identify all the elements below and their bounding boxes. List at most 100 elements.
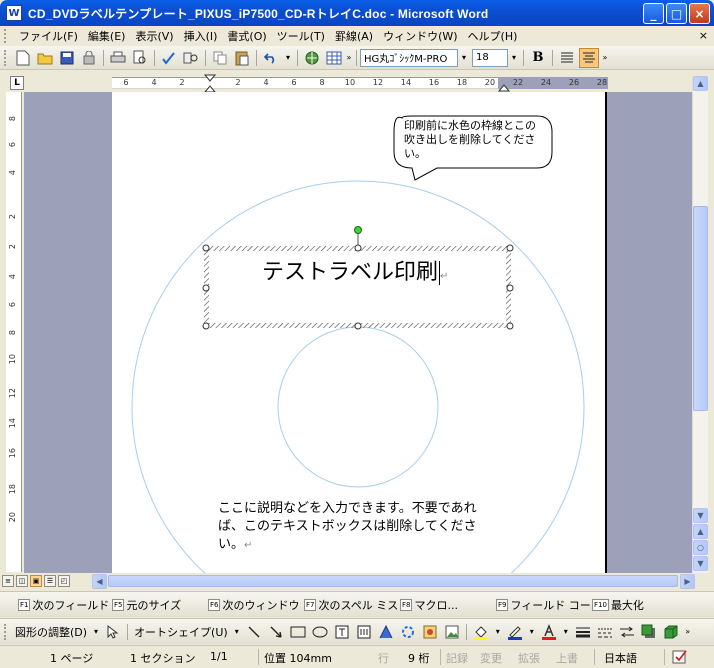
fkey-f10[interactable]: F10 最大化 [592,597,644,613]
diagram-icon[interactable] [398,622,418,642]
right-indent-marker-icon[interactable] [498,82,510,92]
menu-edit[interactable]: 編集(E) [83,28,131,44]
next-page-icon[interactable]: ▼ [693,556,708,571]
status-record[interactable]: 記録 [446,650,468,666]
description-textbox[interactable]: ここに説明などを入力できます。不要であれば、このテキストボックスは削除してくださ… [218,500,496,555]
arrow-style-icon[interactable] [617,622,637,642]
outline-view-icon[interactable]: ☰ [44,575,56,587]
fkey-f5[interactable]: F5 元のサイズ [112,597,181,613]
label-title-text[interactable]: テストラベル印刷 ↵ [262,254,448,286]
rectangle-tool-icon[interactable] [288,622,308,642]
minimize-button[interactable]: _ [643,3,664,24]
vertical-textbox-icon[interactable] [354,622,374,642]
insert-picture-icon[interactable] [442,622,462,642]
close-button[interactable]: × [689,3,710,24]
insert-table-icon[interactable] [324,48,344,68]
menu-help[interactable]: ヘルプ(H) [463,28,523,44]
vertical-scrollbar[interactable]: ▲ ▼ ▲ ○ ▼ [692,76,708,573]
scroll-left-icon[interactable]: ◀ [92,574,107,589]
drawing-overflow-icon[interactable]: » [682,624,694,640]
menu-insert[interactable]: 挿入(I) [179,28,223,44]
status-track-changes[interactable]: 変更 [480,650,502,666]
scroll-down-icon[interactable]: ▼ [693,508,708,523]
font-name-select[interactable]: HG丸ｺﾞｼｯｸM-PRO [360,48,458,67]
autoshape-dropdown-icon[interactable]: ▾ [231,624,243,640]
oval-tool-icon[interactable] [310,622,330,642]
reading-view-icon[interactable]: ◰ [58,575,70,587]
menu-grip[interactable] [4,29,8,43]
menu-table[interactable]: 罫線(A) [330,28,378,44]
font-size-select[interactable]: 18 [472,48,508,67]
menu-file[interactable]: ファイル(F) [14,28,83,44]
spelling-check-icon[interactable] [159,48,179,68]
shadow-style-icon[interactable] [639,622,659,642]
menu-tools[interactable]: ツール(T) [272,28,330,44]
copy-icon[interactable] [210,48,230,68]
menu-window[interactable]: ウィンドウ(W) [378,28,462,44]
maximize-button[interactable]: □ [666,3,687,24]
print-layout-view-icon[interactable]: ▣ [30,575,42,587]
draw-adjust-menu[interactable]: 図形の調整(D) [12,624,90,640]
toolbar-overflow-icon[interactable]: » [345,50,353,66]
vertical-scroll-thumb[interactable] [693,206,708,411]
font-size-dropdown-icon[interactable]: ▾ [508,50,520,66]
fill-color-icon[interactable] [471,622,491,642]
paste-icon[interactable] [232,48,252,68]
scroll-up-icon[interactable]: ▲ [693,76,708,91]
save-icon[interactable] [57,48,77,68]
research-icon[interactable] [181,48,201,68]
toolbar-grip[interactable] [4,49,8,66]
dash-style-icon[interactable] [595,622,615,642]
center-align-icon[interactable] [579,47,599,68]
arrow-tool-icon[interactable] [266,622,286,642]
print-preview-icon[interactable] [130,48,150,68]
line-tool-icon[interactable] [244,622,264,642]
autoshape-menu[interactable]: オートシェイプ(U) [131,624,231,640]
menu-format[interactable]: 書式(O) [222,28,271,44]
bold-button[interactable]: B [528,48,548,68]
fkey-f8[interactable]: F8 マクロ... [400,597,458,613]
permission-icon[interactable] [79,48,99,68]
3d-style-icon[interactable] [661,622,681,642]
menu-view[interactable]: 表示(V) [130,28,178,44]
textbox-tool-icon[interactable] [332,622,352,642]
tab-selector[interactable]: L [10,76,24,90]
callout-text[interactable]: 印刷前に水色の枠線とこの吹き出しを削除してください。 [404,119,544,161]
wordart-icon[interactable] [376,622,396,642]
document-page[interactable]: 印刷前に水色の枠線とこの吹き出しを削除してください。 テストラベル印刷 ↵ ここに… [112,92,607,573]
normal-view-icon[interactable]: ≡ [2,575,14,587]
fkey-f1[interactable]: F1 次のフィールド [18,597,109,613]
font-name-dropdown-icon[interactable]: ▾ [458,50,470,66]
undo-icon[interactable] [261,48,281,68]
hyperlink-icon[interactable] [302,48,322,68]
print-icon[interactable] [108,48,128,68]
status-extend[interactable]: 拡張 [518,650,540,666]
format-overflow-icon[interactable]: » [600,50,610,66]
indent-marker-icon[interactable] [204,74,216,94]
new-document-icon[interactable] [13,48,33,68]
web-layout-view-icon[interactable]: ◫ [16,575,28,587]
line-color-dropdown-icon[interactable]: ▾ [526,624,538,640]
spelling-status-icon[interactable] [672,649,690,665]
drawing-grip[interactable] [4,623,8,640]
justify-align-icon[interactable] [557,48,577,68]
clipart-icon[interactable] [420,622,440,642]
status-overtype[interactable]: 上書 [556,650,578,666]
fill-color-dropdown-icon[interactable]: ▾ [492,624,504,640]
open-folder-icon[interactable] [35,48,55,68]
word-app-icon[interactable]: W [6,5,22,21]
font-color-dropdown-icon[interactable]: ▾ [560,624,572,640]
scroll-right-icon[interactable]: ▶ [680,574,695,589]
fkey-f6[interactable]: F6 次のウィンドウ [208,597,299,613]
line-style-icon[interactable] [573,622,593,642]
select-browse-object-icon[interactable]: ○ [693,540,708,555]
fkey-f9[interactable]: F9 フィールド コー... [496,597,601,613]
horizontal-scroll-thumb[interactable] [108,575,678,587]
close-document-button[interactable]: × [699,29,708,42]
draw-adjust-dropdown-icon[interactable]: ▾ [90,624,102,640]
font-color-icon[interactable] [539,622,559,642]
previous-page-icon[interactable]: ▲ [693,524,708,539]
line-color-icon[interactable] [505,622,525,642]
fkey-f7[interactable]: F7 次のスペル ミス [304,597,398,613]
select-objects-icon[interactable] [103,622,123,642]
